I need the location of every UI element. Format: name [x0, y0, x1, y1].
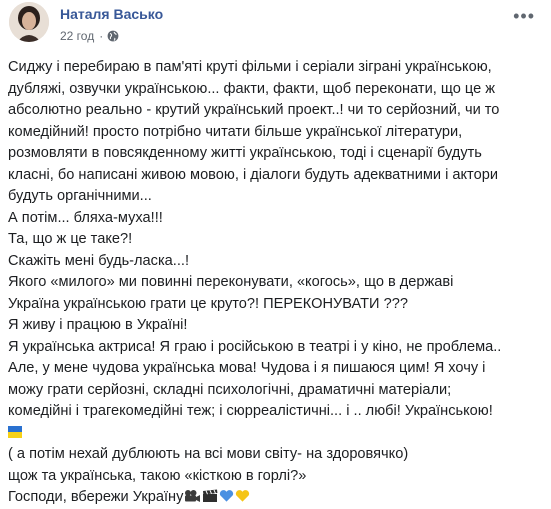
- avatar[interactable]: [9, 2, 49, 42]
- post-meta: 22 год ·: [60, 29, 119, 43]
- post-timestamp[interactable]: 22 год: [60, 29, 94, 43]
- facebook-post: Наталя Васько 22 год · ••• Сиджу і переб…: [0, 0, 551, 505]
- flag-line: [8, 423, 545, 445]
- post-line: щож та українська, такою «кісткою в горл…: [8, 467, 307, 484]
- post-line-text: Господи, вбережи Україну: [8, 489, 184, 505]
- post-line: можу грати серйозні, складні психологічн…: [8, 381, 452, 398]
- post-line: комедійний! просто потрібно читати більш…: [8, 123, 463, 140]
- more-options-button[interactable]: •••: [513, 6, 535, 27]
- post-line: ( а потім нехай дублюють на всі мови сві…: [8, 446, 409, 462]
- avatar-photo-icon: [9, 2, 49, 42]
- post-line: Сиджу і перебираю в пам'яті круті фільми…: [8, 59, 492, 75]
- post-line: розмовляти в повсякденному житті українс…: [8, 145, 482, 161]
- flag-ukraine-icon: [8, 425, 22, 438]
- post-line: Якого «милого» ми повинні переконувати, …: [8, 274, 454, 290]
- post-line: будуть органічними...: [8, 188, 152, 204]
- post-line: комедійні і трагекомедійні теж; і сюрреа…: [8, 403, 493, 419]
- post-line: Україна українською грати це круто?! ПЕР…: [8, 295, 408, 312]
- meta-separator: ·: [99, 29, 104, 43]
- globe-icon[interactable]: [107, 30, 119, 42]
- post-line: А потім... бляха-муха!!!: [8, 209, 163, 226]
- post-last-line: Господи, вбережи Україну: [8, 487, 545, 509]
- author-name[interactable]: Наталя Васько: [60, 6, 163, 22]
- post-line: Я українська актриса! Я граю і російсько…: [8, 338, 502, 355]
- post-line: дубляжі, озвучки українською... факти, ф…: [8, 80, 496, 97]
- post-line: Я живу і працюю в Україні!: [8, 317, 188, 333]
- post-line: Та, що ж це таке?!: [8, 231, 133, 247]
- post-line: абсолютно реально - крутий український п…: [8, 102, 500, 118]
- post-line: Скажіть мені будь-ласка...!: [8, 252, 190, 269]
- post-text: Сиджу і перебираю в пам'яті круті фільми…: [8, 57, 545, 509]
- post-line: Але, у мене чудова українська мова! Чудо…: [8, 360, 486, 376]
- post-line: класні, бо написані живою мовою, і діало…: [8, 166, 498, 183]
